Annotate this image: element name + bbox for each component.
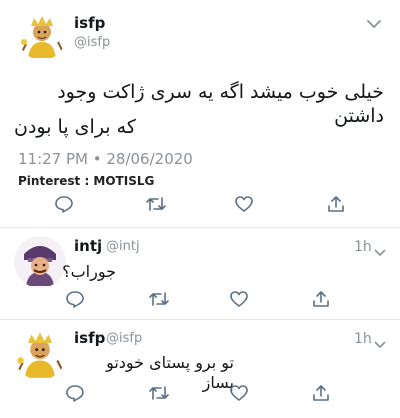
share-icon[interactable]: [324, 192, 348, 216]
retweet-icon[interactable]: [147, 381, 171, 405]
like-icon[interactable]: [227, 287, 251, 311]
reply-time[interactable]: 1h: [354, 239, 372, 255]
author-handle[interactable]: @isfp: [74, 35, 110, 50]
reply-author-name[interactable]: isfp: [74, 329, 105, 347]
reply-time[interactable]: 1h: [354, 331, 372, 347]
tweet-timestamp[interactable]: 11:27 PM • 28/06/2020: [18, 150, 193, 168]
reply-text: جوراب؟: [62, 262, 116, 281]
chevron-down-icon[interactable]: [366, 14, 382, 33]
retweet-icon[interactable]: [144, 192, 168, 216]
reply-author-handle[interactable]: @isfp: [106, 331, 142, 346]
avatar-isfp[interactable]: [18, 12, 66, 60]
author-name[interactable]: isfp: [74, 14, 105, 32]
reply-icon[interactable]: [63, 381, 87, 405]
chevron-down-icon[interactable]: [374, 334, 386, 353]
tweet-text-line2: که برای پا بودن: [14, 116, 136, 138]
reply-author-name[interactable]: intj: [74, 237, 102, 255]
share-icon[interactable]: [309, 287, 333, 311]
reply-author-handle[interactable]: @intj: [106, 239, 140, 254]
share-icon[interactable]: [309, 381, 333, 405]
reply-icon[interactable]: [63, 287, 87, 311]
divider: [0, 319, 400, 320]
retweet-icon[interactable]: [147, 287, 171, 311]
chevron-down-icon[interactable]: [374, 242, 386, 261]
like-icon[interactable]: [227, 381, 251, 405]
like-icon[interactable]: [232, 192, 256, 216]
watermark-text: Pinterest : MOTISLG: [18, 174, 155, 188]
avatar-isfp[interactable]: [14, 328, 66, 380]
avatar-intj[interactable]: [14, 236, 66, 288]
divider: [0, 227, 400, 228]
reply-icon[interactable]: [52, 192, 76, 216]
